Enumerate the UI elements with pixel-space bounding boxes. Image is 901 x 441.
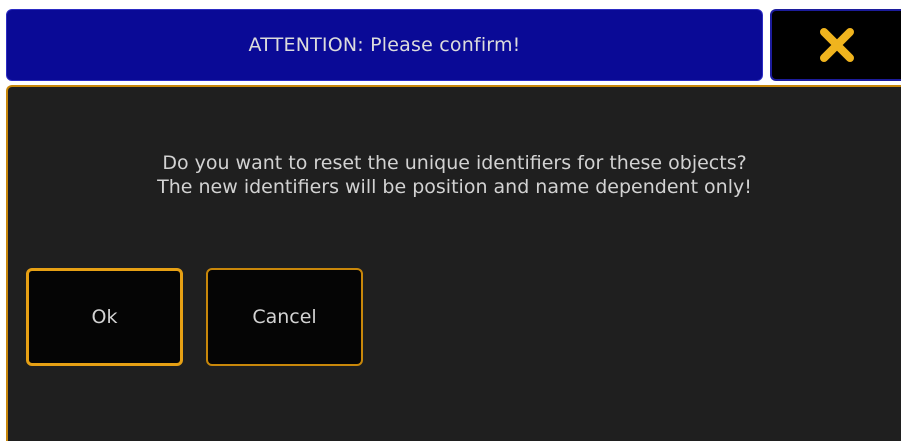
message-line-2: The new identifiers will be position and…: [157, 176, 752, 198]
cancel-button[interactable]: Cancel: [206, 268, 363, 366]
dialog-title: ATTENTION: Please confirm!: [248, 34, 521, 56]
cancel-button-label: Cancel: [252, 306, 317, 328]
confirmation-message: Do you want to reset the unique identifi…: [8, 151, 901, 199]
dialog-title-bar: ATTENTION: Please confirm!: [6, 9, 763, 81]
ok-button-label: Ok: [91, 306, 118, 328]
dialog-body: Do you want to reset the unique identifi…: [6, 85, 901, 441]
ok-button[interactable]: Ok: [26, 268, 183, 366]
close-icon: [819, 28, 854, 62]
message-line-1: Do you want to reset the unique identifi…: [162, 152, 747, 174]
close-button[interactable]: [770, 9, 901, 81]
